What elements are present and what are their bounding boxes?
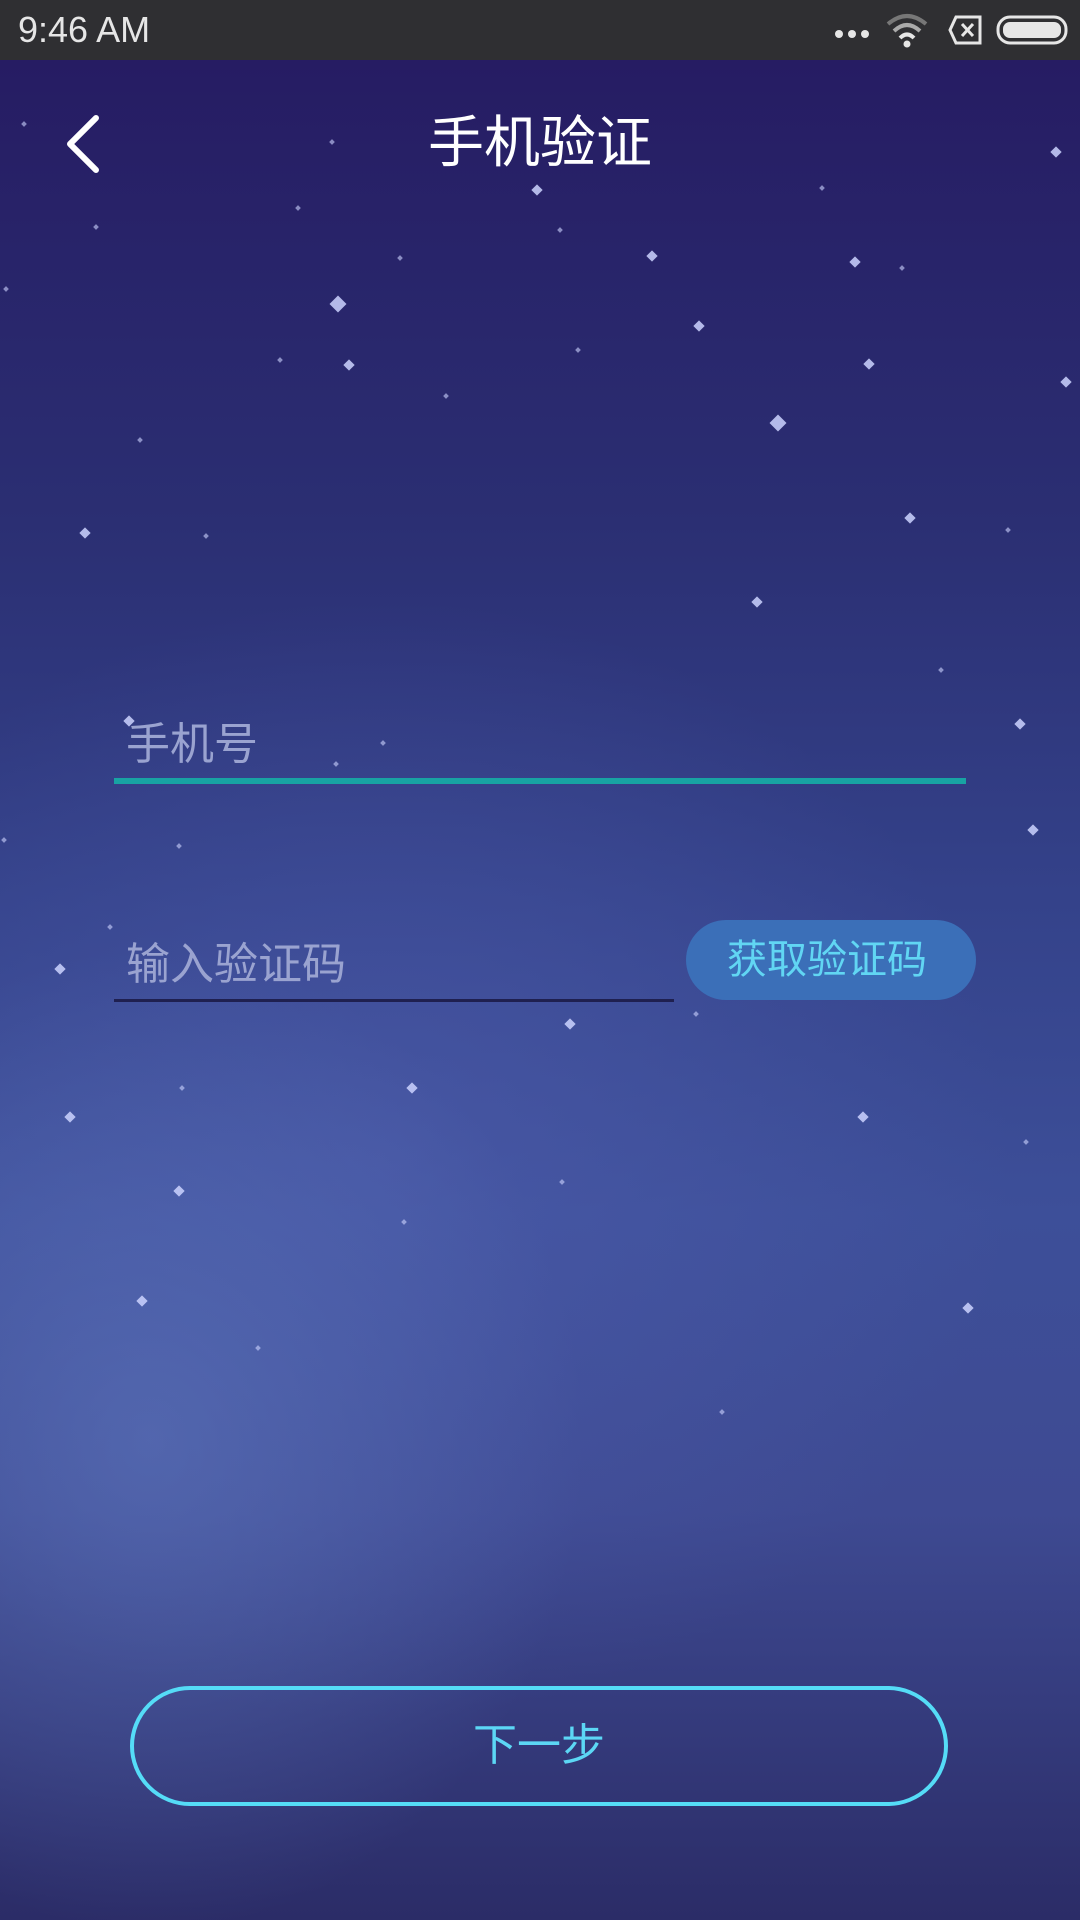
- sim-none-icon: [948, 15, 982, 45]
- phone-underline: [114, 778, 966, 784]
- phone-field[interactable]: [114, 706, 966, 784]
- code-underline: [114, 999, 674, 1002]
- status-bar: 9:46 AM: [0, 0, 1080, 60]
- status-time: 9:46 AM: [18, 9, 151, 50]
- get-code-button[interactable]: 获取验证码: [686, 920, 976, 1000]
- wifi-icon: [886, 14, 928, 48]
- code-field[interactable]: [114, 926, 674, 1004]
- battery-icon: [996, 15, 1068, 45]
- verification-code-input[interactable]: [124, 926, 632, 1004]
- phone-input[interactable]: [124, 706, 895, 784]
- more-dots-icon: [835, 30, 869, 38]
- next-button[interactable]: 下一步: [130, 1686, 948, 1806]
- page-title: 手机验证: [428, 111, 652, 176]
